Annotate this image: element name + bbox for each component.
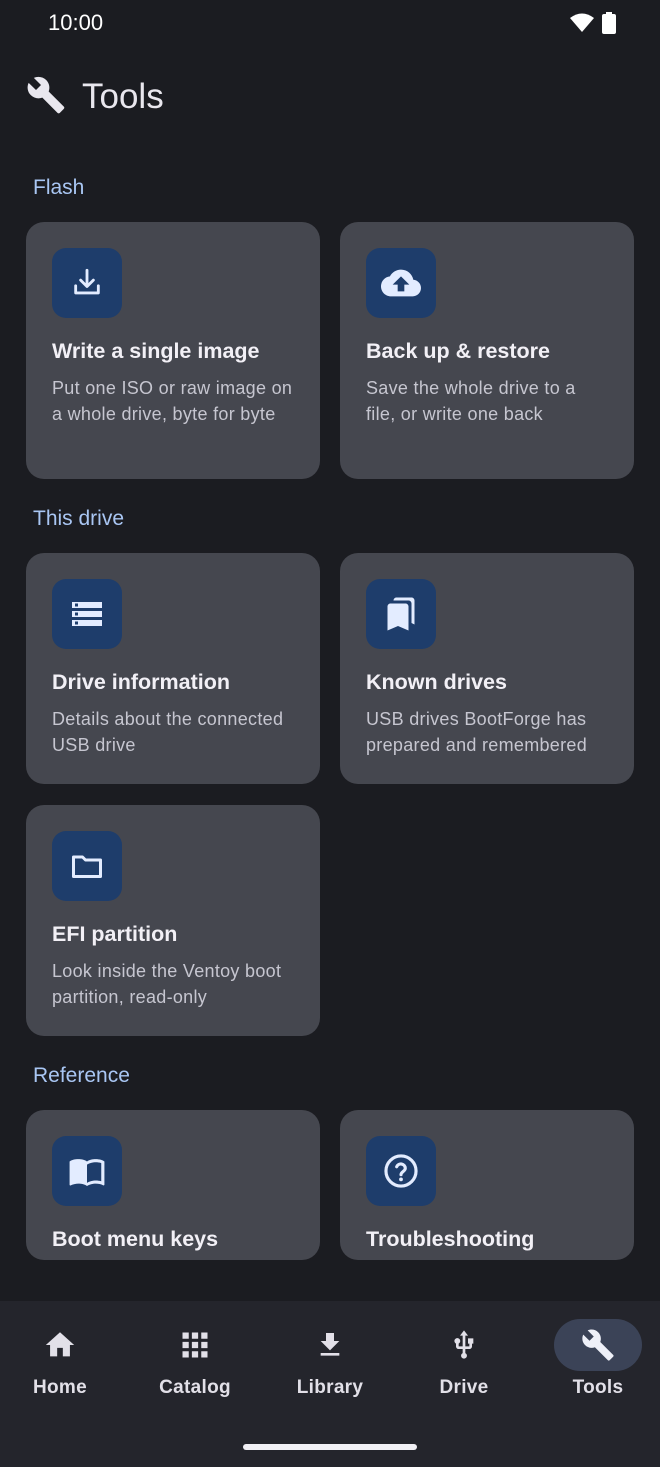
section-label-flash: Flash xyxy=(33,176,85,199)
cloud-upload-icon xyxy=(366,248,436,318)
home-icon xyxy=(16,1319,104,1371)
card-description: Look inside the Ventoy boot partition, r… xyxy=(52,961,282,1007)
card-efi-partition[interactable]: EFI partition Look inside the Ventoy boo… xyxy=(26,805,320,1036)
card-boot-menu-keys[interactable]: Boot menu keys xyxy=(26,1110,320,1260)
nav-label: Catalog xyxy=(159,1377,231,1398)
card-troubleshooting[interactable]: Troubleshooting xyxy=(340,1110,634,1260)
battery-icon xyxy=(602,12,616,39)
usb-icon xyxy=(420,1319,508,1371)
storage-icon xyxy=(52,579,122,649)
bottom-navigation: Home Catalog Library Drive Tools xyxy=(0,1301,660,1467)
card-title: Back up & restore xyxy=(366,339,551,363)
card-title: Troubleshooting xyxy=(366,1227,535,1251)
nav-item-catalog[interactable]: Catalog xyxy=(128,1319,262,1409)
card-title: EFI partition xyxy=(52,922,178,946)
nav-label: Drive xyxy=(439,1377,489,1398)
card-back-up-restore[interactable]: Back up & restore Save the whole drive t… xyxy=(340,222,634,479)
download-icon xyxy=(286,1319,374,1371)
download-icon xyxy=(52,248,122,318)
bookmarks-icon xyxy=(366,579,436,649)
wrench-icon xyxy=(554,1319,642,1371)
nav-label: Tools xyxy=(572,1377,624,1398)
status-icons xyxy=(570,12,616,39)
wifi-icon xyxy=(570,13,594,38)
card-title: Known drives xyxy=(366,670,507,694)
card-write-single-image[interactable]: Write a single image Put one ISO or raw … xyxy=(26,222,320,479)
section-label-reference: Reference xyxy=(33,1064,130,1087)
wrench-icon xyxy=(26,75,66,120)
folder-icon xyxy=(52,831,122,901)
nav-item-tools[interactable]: Tools xyxy=(531,1319,660,1409)
scroll-edge xyxy=(0,1261,660,1301)
card-title: Boot menu keys xyxy=(52,1227,219,1251)
status-bar: 10:00 xyxy=(0,0,660,46)
card-description: USB drives BootForge has prepared and re… xyxy=(366,709,588,755)
grid-icon xyxy=(151,1319,239,1371)
help-circle-icon xyxy=(366,1136,436,1206)
book-icon xyxy=(52,1136,122,1206)
card-title: Drive information xyxy=(52,670,230,694)
gesture-home-indicator[interactable] xyxy=(243,1444,417,1450)
nav-item-home[interactable]: Home xyxy=(0,1319,127,1409)
section-label-this-drive: This drive xyxy=(33,507,125,530)
card-title: Write a single image xyxy=(52,339,260,363)
card-drive-information[interactable]: Drive information Details about the conn… xyxy=(26,553,320,784)
card-known-drives[interactable]: Known drives USB drives BootForge has pr… xyxy=(340,553,634,784)
app-bar: Tools xyxy=(26,70,164,124)
nav-item-library[interactable]: Library xyxy=(263,1319,397,1409)
nav-item-drive[interactable]: Drive xyxy=(397,1319,531,1409)
card-description: Details about the connected USB drive xyxy=(52,709,284,755)
status-time: 10:00 xyxy=(48,10,104,35)
card-description: Save the whole drive to a file, or write… xyxy=(366,378,576,424)
card-description: Put one ISO or raw image on a whole driv… xyxy=(52,378,293,424)
page-title: Tools xyxy=(82,77,164,116)
nav-label: Library xyxy=(296,1377,364,1398)
nav-label: Home xyxy=(33,1377,87,1398)
